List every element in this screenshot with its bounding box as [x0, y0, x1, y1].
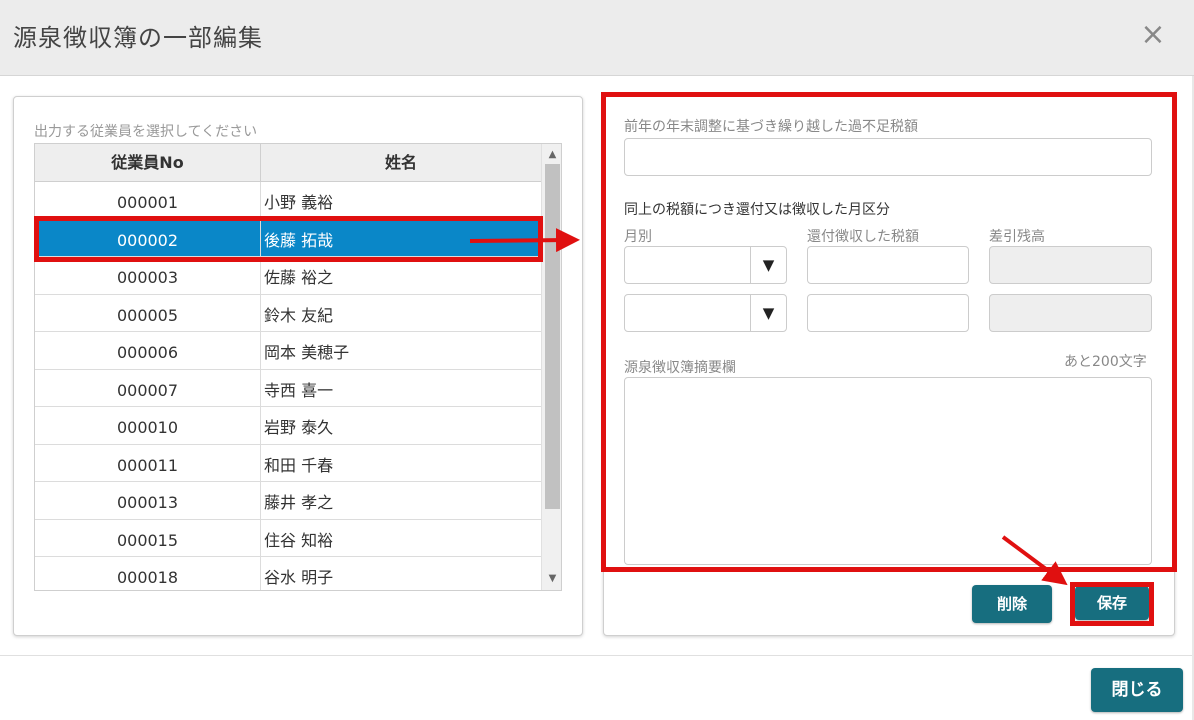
- remarks-label: 源泉徴収簿摘要欄: [624, 360, 736, 376]
- balance-label: 差引残高: [989, 229, 1045, 245]
- balance-field-2: [989, 294, 1152, 332]
- refund-tax-input-2[interactable]: [807, 294, 969, 332]
- employee-name-cell: 和田 千春: [264, 455, 334, 475]
- employee-no-cell: 000011: [35, 444, 261, 482]
- table-row[interactable]: 000003 佐藤 裕之: [35, 257, 541, 295]
- employee-name-cell: 後藤 拓哉: [264, 230, 334, 250]
- chevron-down-icon: ▼: [750, 295, 786, 331]
- remaining-chars-counter: あと200文字: [1064, 354, 1147, 370]
- refund-tax-input-1[interactable]: [807, 246, 969, 284]
- employee-no-cell: 000003: [35, 257, 261, 294]
- save-button[interactable]: 保存: [1075, 586, 1149, 620]
- column-header-employee-no[interactable]: 従業員No: [35, 144, 261, 182]
- prev-year-tax-label: 前年の年末調整に基づき繰り越した過不足税額: [624, 119, 918, 135]
- employee-no-cell: 000006: [35, 332, 261, 369]
- employee-no-cell: 000002: [35, 219, 261, 257]
- dialog-title: 源泉徴収簿の一部編集: [13, 24, 263, 52]
- chevron-down-icon: ▼: [750, 247, 786, 283]
- table-row[interactable]: 000011 和田 千春: [35, 444, 541, 482]
- employee-no-cell: 000010: [35, 407, 261, 444]
- prev-year-tax-input[interactable]: [624, 138, 1152, 176]
- table-row[interactable]: 000007 寺西 喜一: [35, 369, 541, 407]
- month-label: 月別: [624, 229, 652, 245]
- employee-name-cell: 佐藤 裕之: [264, 268, 334, 287]
- refund-section-label: 同上の税額につき還付又は徴収した月区分: [624, 202, 890, 218]
- table-scrollbar[interactable]: ▲ ▼: [541, 144, 561, 590]
- employee-no-cell: 000013: [35, 482, 261, 519]
- employee-no-cell: 000001: [35, 182, 261, 219]
- close-button[interactable]: 閉じる: [1091, 668, 1183, 712]
- employee-name-cell: 藤井 孝之: [264, 493, 334, 512]
- table-row[interactable]: 000005 鈴木 友紀: [35, 294, 541, 332]
- employee-table: 従業員No 姓名 000001 小野 義裕 000002 後藤 拓哉 000003 佐藤 …: [34, 143, 562, 591]
- scroll-up-icon[interactable]: ▲: [542, 146, 561, 164]
- remarks-textarea[interactable]: [624, 377, 1152, 565]
- employee-name-cell: 鈴木 友紀: [264, 305, 334, 325]
- employee-no-cell: 000005: [35, 294, 261, 332]
- employee-no-cell: 000018: [35, 557, 261, 590]
- employee-name-cell: 小野 義裕: [264, 193, 334, 212]
- refund-tax-label: 還付徴収した税額: [807, 229, 919, 245]
- employee-name-cell: 寺西 喜一: [264, 380, 334, 400]
- table-row[interactable]: 000001 小野 義裕: [35, 182, 541, 220]
- employee-no-cell: 000015: [35, 519, 261, 557]
- table-row[interactable]: 000013 藤井 孝之: [35, 482, 541, 520]
- close-icon[interactable]: ×: [1138, 20, 1168, 50]
- employee-name-cell: 岩野 泰久: [264, 418, 334, 437]
- delete-button[interactable]: 削除: [972, 585, 1052, 623]
- table-body: 000001 小野 義裕 000002 後藤 拓哉 000003 佐藤 裕之 000005 鈴…: [35, 182, 541, 590]
- footer-divider: [0, 655, 1194, 656]
- month-select-1[interactable]: ▼: [624, 246, 787, 284]
- employee-name-cell: 住谷 知裕: [264, 530, 334, 550]
- table-row[interactable]: 000018 谷水 明子: [35, 557, 541, 590]
- dialog-titlebar: 源泉徴収簿の一部編集 ×: [0, 0, 1194, 76]
- scroll-down-icon[interactable]: ▼: [542, 570, 561, 588]
- column-header-name[interactable]: 姓名: [261, 144, 541, 182]
- employee-name-cell: 岡本 美穂子: [264, 343, 350, 362]
- month-select-2[interactable]: ▼: [624, 294, 787, 332]
- employee-no-cell: 000007: [35, 369, 261, 407]
- employee-list-label: 出力する従業員を選択してください: [34, 124, 258, 140]
- scroll-thumb[interactable]: [545, 164, 560, 509]
- table-row[interactable]: 000010 岩野 泰久: [35, 407, 541, 445]
- balance-field-1: [989, 246, 1152, 284]
- table-row[interactable]: 000002 後藤 拓哉: [35, 219, 541, 257]
- table-row[interactable]: 000006 岡本 美穂子: [35, 332, 541, 370]
- employee-name-cell: 谷水 明子: [264, 568, 334, 587]
- table-header: 従業員No 姓名: [35, 144, 541, 182]
- table-row[interactable]: 000015 住谷 知裕: [35, 519, 541, 557]
